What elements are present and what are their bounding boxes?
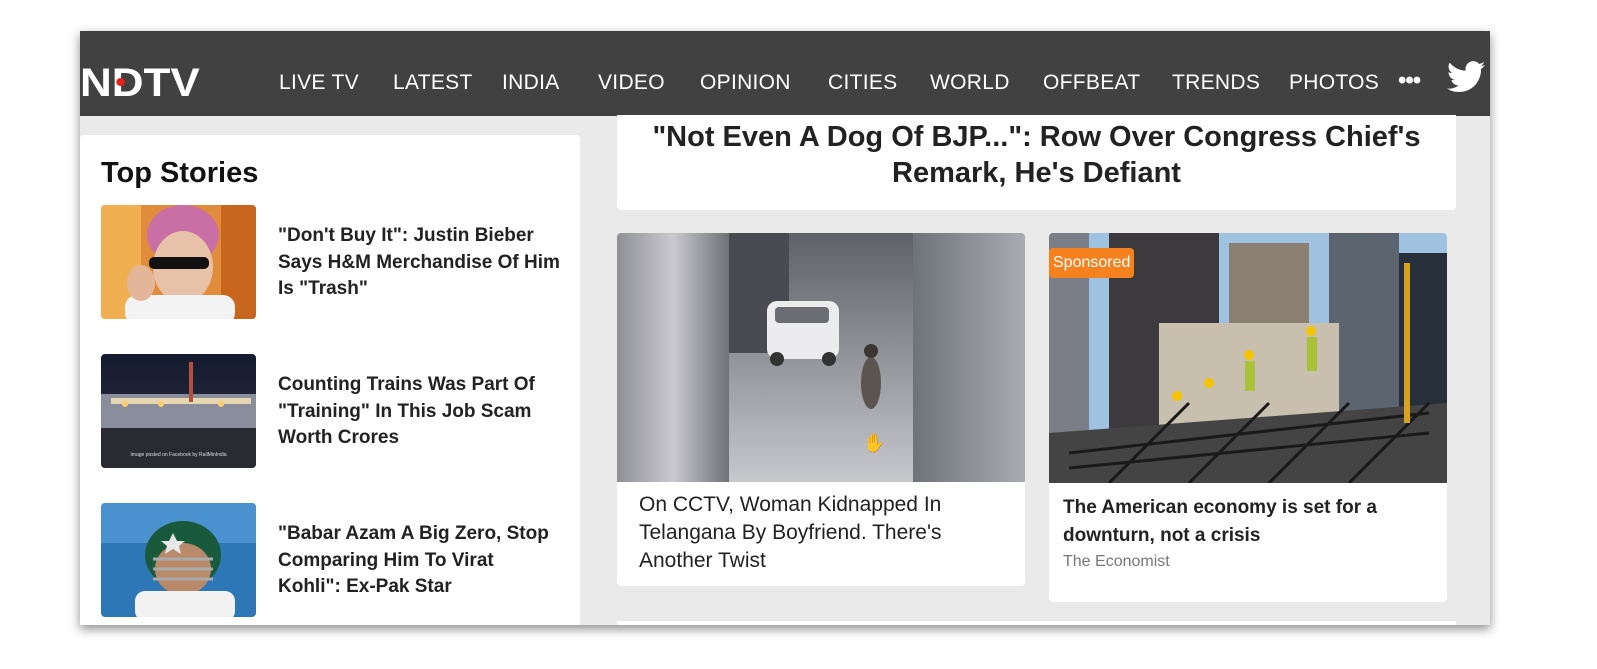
top-story-item[interactable]: Image posted on Facebook by RailMinIndia… (101, 354, 561, 468)
top-story-item[interactable]: "Don't Buy It": Justin Bieber Says H&M M… (101, 205, 561, 319)
cctv-video-thumbnail[interactable]: ✋ (617, 233, 1025, 482)
story-title[interactable]: "Don't Buy It": Justin Bieber Says H&M M… (278, 223, 561, 303)
sponsored-badge: Sponsored (1049, 248, 1135, 278)
nav-india[interactable]: INDIA (502, 71, 560, 95)
story-title[interactable]: Counting Trains Was Part Of "Training" I… (278, 372, 561, 452)
more-dots-icon[interactable]: ••• (1398, 67, 1421, 95)
sponsored-card[interactable]: Sponsored The American economy is set fo… (1049, 233, 1447, 602)
svg-text:✋: ✋ (863, 432, 885, 453)
headline-title[interactable]: "Not Even A Dog Of BJP...": Row Over Con… (627, 119, 1446, 191)
top-stories-heading: Top Stories (101, 157, 259, 189)
sponsored-source[interactable]: The Economist (1063, 553, 1170, 571)
headline-card[interactable]: "Not Even A Dog Of BJP...": Row Over Con… (617, 115, 1456, 210)
top-story-item[interactable]: "Babar Azam A Big Zero, Stop Comparing H… (101, 503, 561, 617)
top-stories-panel: Top Stories "Don't Buy It": Justin Biebe… (80, 135, 580, 625)
nav-trends[interactable]: TRENDS (1172, 71, 1260, 95)
video-story-card[interactable]: ✋ On CCTV, Woman Kidnapped In Telangana … (617, 233, 1025, 586)
next-section-edge (617, 621, 1456, 625)
twitter-bird-icon[interactable] (1447, 61, 1485, 93)
story-thumbnail-bieber[interactable] (101, 205, 256, 319)
logo-text: NDTV (80, 61, 200, 105)
nav-cities[interactable]: CITIES (828, 71, 897, 95)
top-navbar: NDTV LIVE TV LATEST INDIA VIDEO OPINION … (80, 31, 1490, 116)
story-title[interactable]: "Babar Azam A Big Zero, Stop Comparing H… (278, 521, 561, 601)
story-thumbnail-cricketer[interactable] (101, 503, 256, 617)
browser-viewport: NDTV LIVE TV LATEST INDIA VIDEO OPINION … (80, 31, 1490, 625)
nav-live-tv[interactable]: LIVE TV (279, 71, 359, 95)
video-story-title[interactable]: On CCTV, Woman Kidnapped In Telangana By… (639, 491, 1009, 575)
nav-opinion[interactable]: OPINION (700, 71, 791, 95)
sponsored-title[interactable]: The American economy is set for a downtu… (1063, 494, 1433, 550)
logo-red-dot (116, 78, 126, 86)
nav-photos[interactable]: PHOTOS (1289, 71, 1379, 95)
story-thumbnail-station[interactable]: Image posted on Facebook by RailMinIndia (101, 354, 256, 468)
nav-latest[interactable]: LATEST (393, 71, 473, 95)
nav-video[interactable]: VIDEO (598, 71, 665, 95)
image-caption: Image posted on Facebook by RailMinIndia (130, 452, 227, 458)
nav-offbeat[interactable]: OFFBEAT (1043, 71, 1140, 95)
ndtv-logo[interactable]: NDTV (80, 61, 200, 105)
nav-world[interactable]: WORLD (930, 71, 1010, 95)
